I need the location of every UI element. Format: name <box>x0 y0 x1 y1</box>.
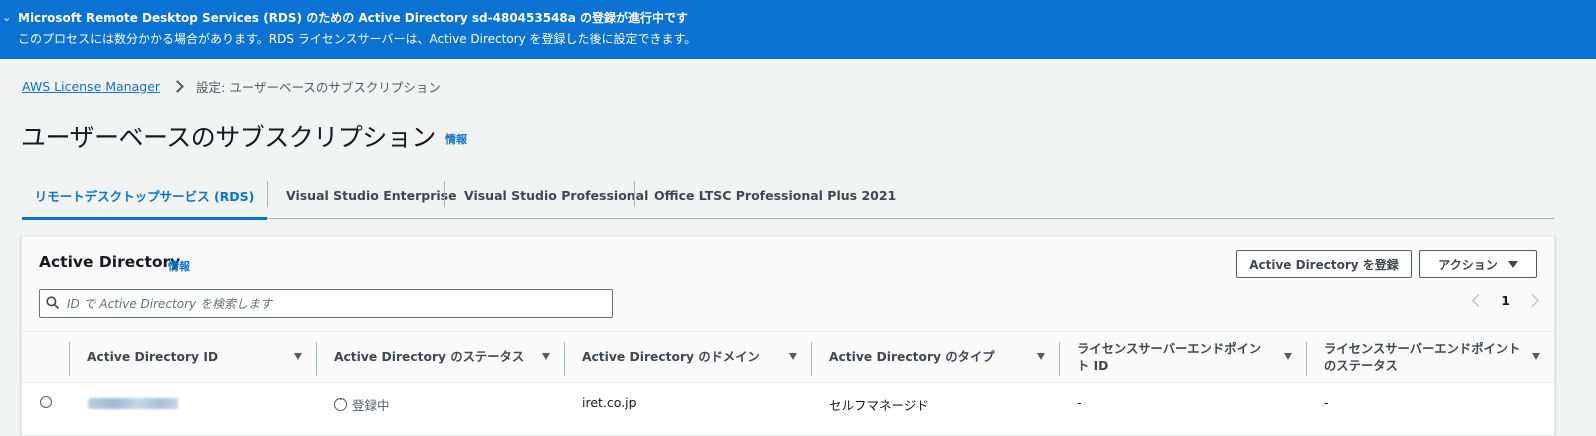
search-icon <box>46 296 59 309</box>
tab-label: Office LTSC Professional Plus 2021 <box>654 187 897 203</box>
active-directory-container: Active Directory 情報 Active Directory を登録… <box>21 236 1555 436</box>
flash-message: このプロセスには数分かかる場合があります。RDS ライセンスサーバーは、Acti… <box>18 32 697 46</box>
tab-bar: リモートデスクトップサービス (RDS) Visual Studio Enter… <box>22 171 1554 220</box>
current-page-number[interactable]: 1 <box>1501 293 1510 308</box>
page-info-link[interactable]: 情報 <box>445 131 467 147</box>
type-cell: セルフマネージド <box>829 398 929 413</box>
domain-cell: iret.co.jp <box>582 395 637 410</box>
column-divider <box>811 342 812 376</box>
tab-label: Visual Studio Enterprise <box>286 187 457 203</box>
previous-page-icon[interactable] <box>1472 294 1486 307</box>
status-cell: 登録中 <box>334 393 390 414</box>
column-divider <box>69 342 70 376</box>
column-header-id[interactable]: Active Directory ID <box>87 332 287 383</box>
chevron-icon[interactable]: ⌄ <box>2 11 11 24</box>
flash-banner: ⌄ Microsoft Remote Desktop Services (RDS… <box>0 0 1596 59</box>
actions-button[interactable]: アクション <box>1419 250 1537 278</box>
status-text: 登録中 <box>352 398 390 413</box>
column-divider <box>316 342 317 376</box>
column-header-domain[interactable]: Active Directory のドメイン <box>582 332 782 383</box>
sort-icon[interactable] <box>1284 353 1292 360</box>
container-info-link[interactable]: 情報 <box>168 258 190 274</box>
tab-label: リモートデスクトップサービス (RDS) <box>34 188 255 204</box>
sort-icon[interactable] <box>542 353 550 360</box>
pending-status-icon <box>334 393 347 411</box>
tab-label: Visual Studio Professional <box>464 187 649 203</box>
breadcrumb-root-link[interactable]: AWS License Manager <box>22 79 160 94</box>
breadcrumb-current: 設定: ユーザーベースのサブスクリプション <box>196 79 441 95</box>
sort-icon[interactable] <box>789 353 797 360</box>
column-header-endpoint-id[interactable]: ライセンスサーバーエンドポイント ID <box>1077 332 1272 383</box>
caret-down-icon <box>1507 260 1518 268</box>
tab-visual-studio-professional[interactable]: Visual Studio Professional <box>464 171 648 219</box>
column-header-status[interactable]: Active Directory のステータス <box>334 332 534 383</box>
tab-rds[interactable]: リモートデスクトップサービス (RDS) <box>22 171 267 220</box>
chevron-right-icon <box>170 79 188 93</box>
column-divider <box>1306 342 1307 376</box>
breadcrumb: AWS License Manager 設定: ユーザーベースのサブスクリプショ… <box>22 77 441 95</box>
container-title: Active Directory <box>39 253 181 271</box>
redacted-directory-id[interactable] <box>88 398 178 409</box>
endpoint-status-cell: - <box>1324 395 1329 410</box>
sort-icon[interactable] <box>1037 353 1045 360</box>
tab-office-ltsc[interactable]: Office LTSC Professional Plus 2021 <box>654 171 896 219</box>
column-divider <box>1059 342 1060 376</box>
search-field[interactable] <box>39 289 613 318</box>
actions-button-label: アクション <box>1438 257 1498 272</box>
table-header: Active Directory ID Active Directory のステ… <box>22 331 1554 383</box>
pagination: 1 <box>1472 293 1539 308</box>
next-page-icon[interactable] <box>1526 294 1539 307</box>
sort-icon[interactable] <box>1532 353 1540 360</box>
sort-icon[interactable] <box>294 353 302 360</box>
register-active-directory-button[interactable]: Active Directory を登録 <box>1236 250 1412 278</box>
row-select-radio[interactable] <box>40 396 52 408</box>
search-input[interactable] <box>67 290 607 317</box>
page-title: ユーザーベースのサブスクリプション <box>21 123 436 152</box>
tab-divider <box>267 181 268 207</box>
column-header-endpoint-status[interactable]: ライセンスサーバーエンドポイントのステータス <box>1324 332 1524 383</box>
tab-divider <box>444 181 445 207</box>
endpoint-id-cell: - <box>1077 395 1082 410</box>
container-header: Active Directory 情報 Active Directory を登録… <box>22 237 1554 331</box>
flash-title: Microsoft Remote Desktop Services (RDS) … <box>18 11 689 25</box>
column-divider <box>564 342 565 376</box>
table-row[interactable]: 登録中 iret.co.jp セルフマネージド - - <box>22 383 1554 423</box>
tab-divider <box>634 181 635 207</box>
column-header-type[interactable]: Active Directory のタイプ <box>829 332 1029 383</box>
tab-visual-studio-enterprise[interactable]: Visual Studio Enterprise <box>286 171 457 219</box>
